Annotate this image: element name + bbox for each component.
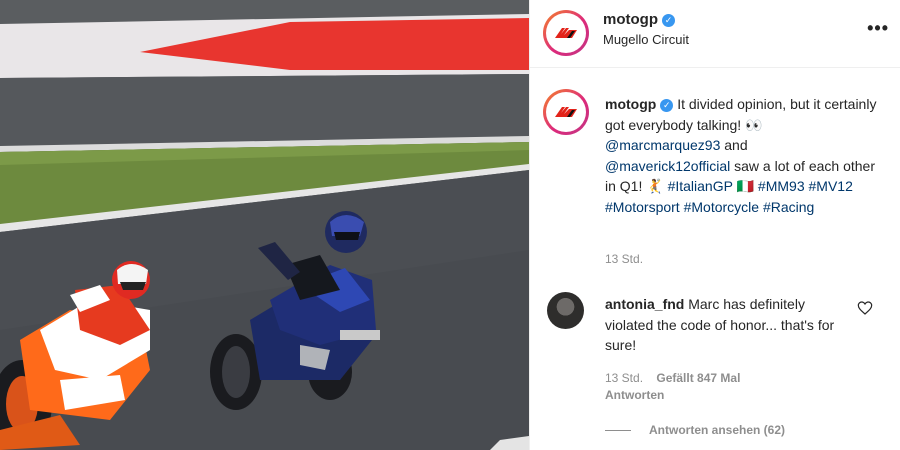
header-user: motogp ✓ [603,11,675,29]
author-avatar[interactable] [543,10,589,56]
more-options-icon[interactable]: ••• [867,18,889,39]
comment-meta: 13 Std. Gefällt 847 Mal Antworten [605,371,750,402]
hashtag-motorcycle[interactable]: #Motorcycle [684,199,759,215]
comment-time[interactable]: 13 Std. [605,371,643,385]
view-replies-button[interactable]: Antworten ansehen (62) [605,423,785,437]
hashtag-mv12[interactable]: #MV12 [809,178,853,194]
comment-likes[interactable]: Gefällt 847 Mal [656,371,740,385]
heart-outline-icon[interactable] [857,300,873,316]
post-caption: motogp ✓ It divided opinion, but it certa… [605,94,885,217]
post-header: motogp ✓ Mugello Circuit ••• [530,0,900,68]
reply-button[interactable]: Antworten [605,388,664,402]
italy-flag-icon: 🇮🇹 [736,178,755,194]
verified-badge-icon: ✓ [661,14,675,27]
caption-time[interactable]: 13 Std. [605,252,643,266]
location-link[interactable]: Mugello Circuit [603,32,689,47]
mention-maverick12official[interactable]: @maverick12official [605,158,730,174]
caption-connector: and [724,137,748,153]
hashtag-racing[interactable]: #Racing [763,199,814,215]
view-replies-label: Antworten ansehen (62) [649,423,786,437]
replies-divider [605,429,631,431]
verified-badge-icon: ✓ [660,99,674,112]
comment-username[interactable]: antonia_fnd [605,296,684,312]
hashtag-motorsport[interactable]: #Motorsport [605,199,680,215]
caption-username[interactable]: motogp [605,96,656,112]
mention-marcmarquez93[interactable]: @marcmarquez93 [605,137,720,153]
race-photo [0,0,529,450]
caption-author-avatar[interactable] [543,89,589,135]
commenter-avatar[interactable] [547,292,584,329]
comment-body: antonia_fnd Marc has definitely violated… [605,294,855,356]
post-media[interactable] [0,0,529,450]
post-panel: motogp ✓ Mugello Circuit ••• motogp ✓ It d… [529,0,900,450]
hashtag-mm93[interactable]: #MM93 [758,178,805,194]
header-username[interactable]: motogp [603,11,658,28]
motogp-logo-icon [550,96,582,128]
motogp-logo-icon [550,17,582,49]
hashtag-italiangp[interactable]: #ItalianGP [668,178,733,194]
